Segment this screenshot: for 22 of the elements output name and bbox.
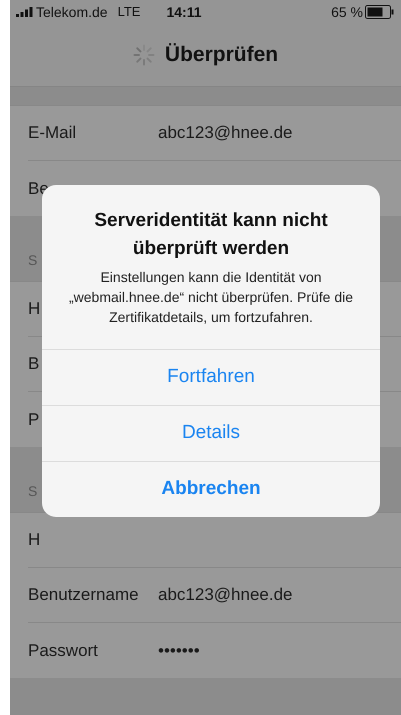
alert-button[interactable]: Fortfahren [42,349,380,405]
row-label: E-Mail [28,122,78,144]
carrier-name: Telekom.de [36,2,108,22]
signal-icon [16,7,34,17]
row-label: P [28,408,40,431]
row-label: Passwort [28,640,99,662]
row-label: Benutzername [28,584,140,606]
battery-icon [365,5,395,19]
row-value: abc123@hnee.de [158,122,292,144]
row-value: abc123@hnee.de [158,584,292,606]
battery-percent: 65 % [331,2,363,22]
alert-button[interactable]: Details [42,405,380,461]
row-label: B [28,353,40,376]
row-value: ••••••• [158,640,200,662]
row-label: H [28,529,42,552]
network-type: LTE [118,3,140,22]
spinner-icon [132,44,155,66]
screen-title: Überprüfen [164,42,278,68]
alert-message: Einstellungen kann die Identität von „webmail.hnee.de“ nicht überprüfen. Prüfe die Zertifikatdetails, um fortzufahren. [68,268,354,327]
clock: 14:11 [166,2,202,22]
alert-button[interactable]: Abbrechen [42,461,380,517]
alert-title: Serveridentität kann nicht überprüft werden [93,209,329,261]
